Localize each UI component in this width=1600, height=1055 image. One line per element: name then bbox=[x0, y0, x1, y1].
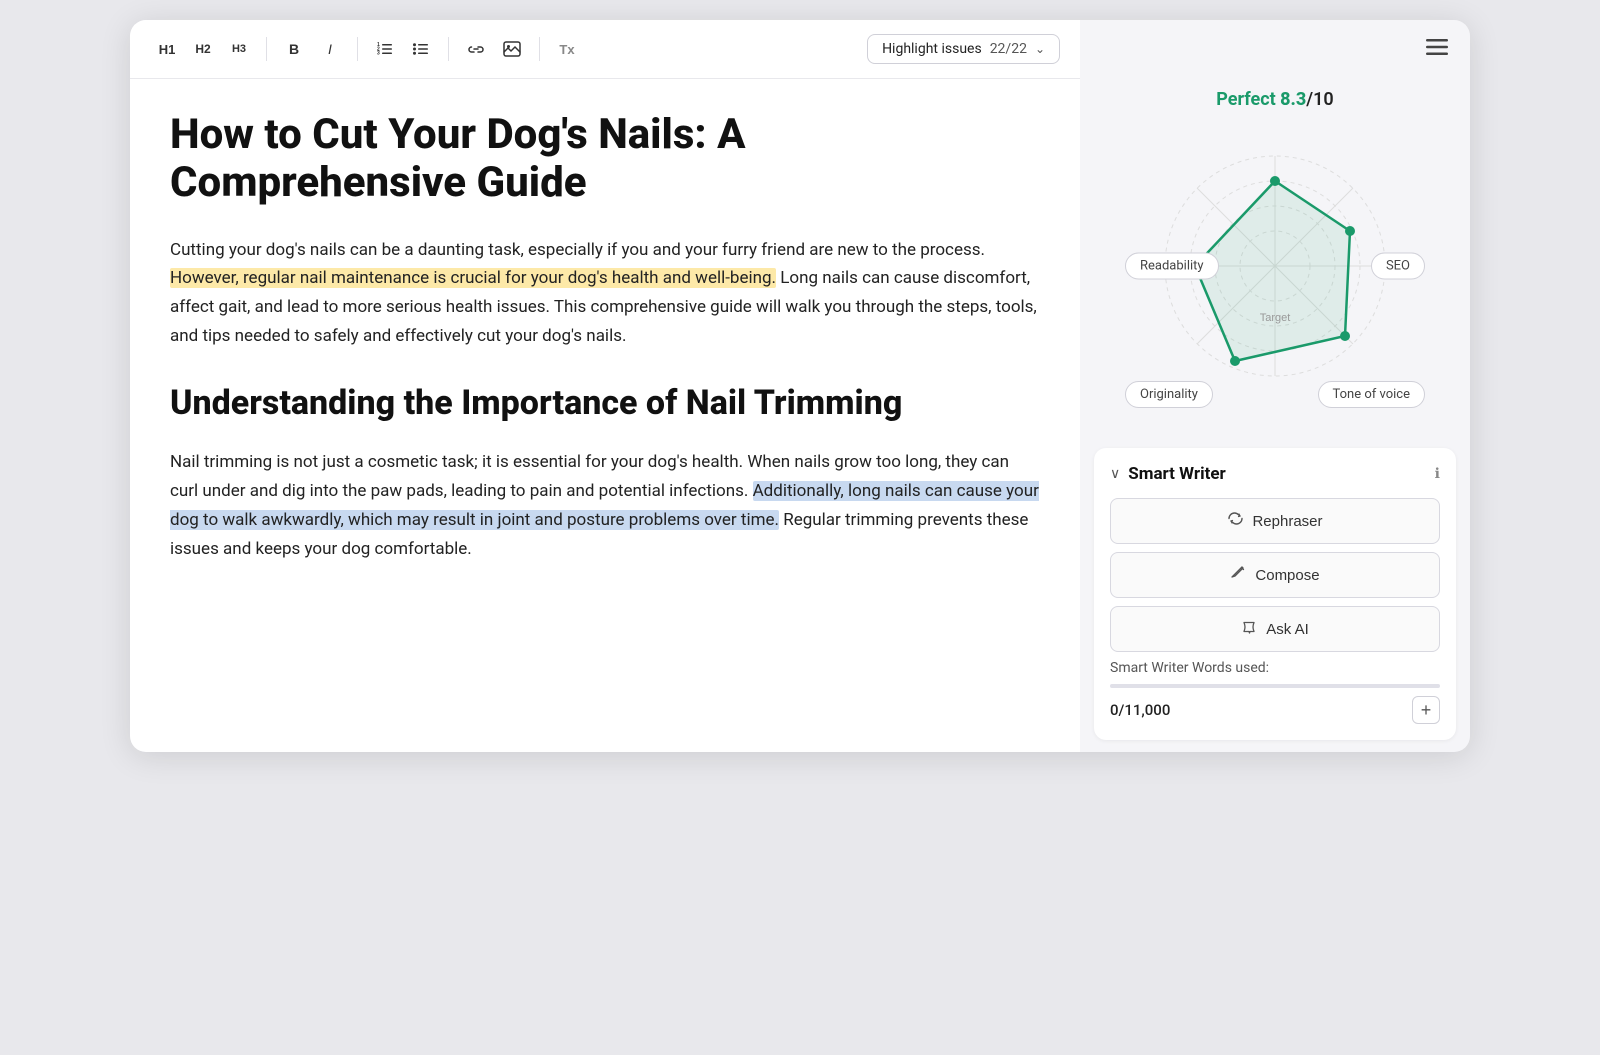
editor-content: How to Cut Your Dog's Nails: A Comprehen… bbox=[130, 79, 1080, 752]
radar-chart: Target Readability SEO Originality Tone … bbox=[1135, 126, 1415, 406]
italic-button[interactable]: I bbox=[313, 32, 347, 66]
radar-label-originality[interactable]: Originality bbox=[1125, 381, 1213, 408]
words-used-row: 0/11,000 + bbox=[1110, 696, 1440, 724]
article-title: How to Cut Your Dog's Nails: A Comprehen… bbox=[170, 111, 1040, 208]
list-group: 1 2 3 bbox=[368, 32, 438, 66]
compose-icon bbox=[1230, 564, 1247, 586]
toolbar: H1 H2 H3 B I 1 2 3 bbox=[130, 20, 1080, 79]
link-icon bbox=[467, 42, 485, 56]
score-total: /10 bbox=[1306, 89, 1333, 110]
smart-writer-title: Smart Writer bbox=[1128, 464, 1226, 484]
unordered-list-icon bbox=[412, 40, 430, 58]
highlight-dropdown[interactable]: Highlight issues 22/22 ⌄ bbox=[867, 34, 1060, 64]
ordered-list-icon: 1 2 3 bbox=[376, 40, 394, 58]
svg-text:Target: Target bbox=[1260, 312, 1291, 324]
divider-4 bbox=[539, 37, 540, 61]
svg-text:3: 3 bbox=[377, 51, 380, 57]
score-section: Perfect 8.3/10 bbox=[1080, 79, 1470, 436]
words-used-progress-track bbox=[1110, 684, 1440, 688]
intro-highlight-yellow: However, regular nail maintenance is cru… bbox=[170, 268, 776, 288]
ask-ai-button[interactable]: Ask AI bbox=[1110, 606, 1440, 652]
rephraser-button[interactable]: Rephraser bbox=[1110, 498, 1440, 544]
clear-format-button[interactable]: Tx bbox=[550, 32, 584, 66]
article-body-2: Nail trimming is not just a cosmetic tas… bbox=[170, 448, 1040, 564]
image-icon bbox=[503, 41, 521, 57]
bold-button[interactable]: B bbox=[277, 32, 311, 66]
editor-panel: H1 H2 H3 B I 1 2 3 bbox=[130, 20, 1080, 752]
radar-label-readability[interactable]: Readability bbox=[1125, 253, 1219, 280]
compose-label: Compose bbox=[1255, 567, 1319, 584]
article-intro: Cutting your dog's nails can be a daunti… bbox=[170, 236, 1040, 352]
h2-button[interactable]: H2 bbox=[186, 32, 220, 66]
format-group: B I bbox=[277, 32, 347, 66]
words-used-count: 0/11,000 bbox=[1110, 701, 1170, 719]
app-container: H1 H2 H3 B I 1 2 3 bbox=[130, 20, 1470, 752]
rephraser-icon bbox=[1227, 510, 1244, 532]
unordered-list-button[interactable] bbox=[404, 32, 438, 66]
divider-3 bbox=[448, 37, 449, 61]
image-button[interactable] bbox=[495, 32, 529, 66]
sidebar-header bbox=[1080, 20, 1470, 79]
info-icon[interactable]: ℹ bbox=[1435, 466, 1440, 482]
divider-1 bbox=[266, 37, 267, 61]
radar-label-tone-of-voice[interactable]: Tone of voice bbox=[1318, 381, 1425, 408]
highlight-count: 22/22 bbox=[990, 41, 1027, 57]
words-used-label: Smart Writer Words used: bbox=[1110, 660, 1440, 676]
menu-button[interactable] bbox=[1422, 34, 1452, 65]
heading-group: H1 H2 H3 bbox=[150, 32, 256, 66]
score-number: 8.3 bbox=[1280, 89, 1306, 110]
smart-writer-header: ∨ Smart Writer ℹ bbox=[1110, 464, 1440, 484]
intro-text-before: Cutting your dog's nails can be a daunti… bbox=[170, 240, 985, 260]
smart-writer-title-group: ∨ Smart Writer bbox=[1110, 464, 1226, 484]
words-used-add-button[interactable]: + bbox=[1412, 696, 1440, 724]
smart-writer-section: ∨ Smart Writer ℹ Rephraser bbox=[1094, 448, 1456, 740]
link-button[interactable] bbox=[459, 32, 493, 66]
ask-ai-icon bbox=[1241, 618, 1258, 640]
sidebar-panel: Perfect 8.3/10 bbox=[1080, 20, 1470, 752]
insert-group bbox=[459, 32, 529, 66]
ask-ai-label: Ask AI bbox=[1266, 621, 1309, 638]
divider-2 bbox=[357, 37, 358, 61]
ordered-list-button[interactable]: 1 2 3 bbox=[368, 32, 402, 66]
radar-label-seo[interactable]: SEO bbox=[1371, 253, 1425, 280]
hamburger-icon bbox=[1426, 39, 1448, 55]
compose-button[interactable]: Compose bbox=[1110, 552, 1440, 598]
score-title: Perfect 8.3/10 bbox=[1216, 89, 1333, 110]
h1-button[interactable]: H1 bbox=[150, 32, 184, 66]
rephraser-label: Rephraser bbox=[1252, 513, 1322, 530]
h3-button[interactable]: H3 bbox=[222, 32, 256, 66]
smart-writer-chevron[interactable]: ∨ bbox=[1110, 466, 1120, 482]
score-perfect-label: Perfect bbox=[1216, 89, 1280, 110]
highlight-label: Highlight issues bbox=[882, 41, 982, 57]
article-h2: Understanding the Importance of Nail Tri… bbox=[170, 383, 1040, 424]
chevron-down-icon: ⌄ bbox=[1035, 42, 1045, 56]
